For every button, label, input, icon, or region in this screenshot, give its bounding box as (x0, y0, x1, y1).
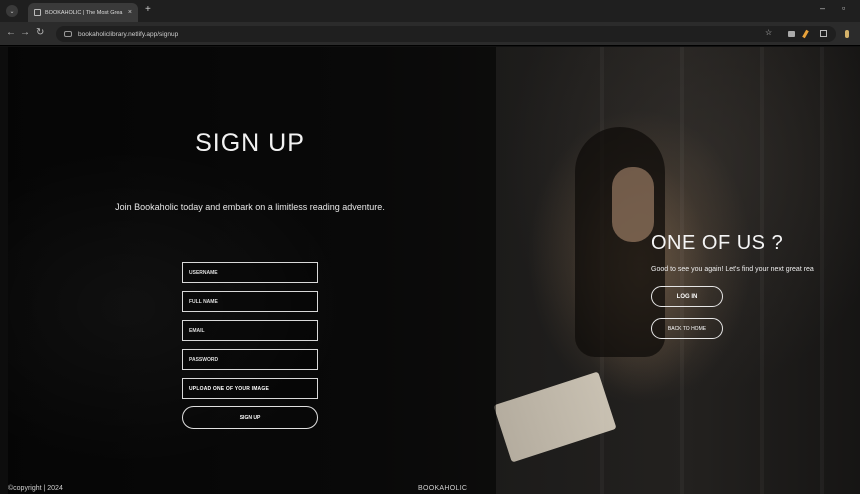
browser-tab-bar: ⌄ BOOKAHOLIC | The Most Grea × + – ▫ (0, 0, 860, 22)
site-info-icon[interactable] (64, 31, 72, 37)
login-panel-subtitle: Good to see you again! Let's find your n… (651, 266, 814, 273)
bookshelf-line (820, 47, 824, 494)
username-field[interactable] (182, 262, 318, 283)
signup-title: SIGN UP (195, 129, 305, 157)
image-upload-field[interactable]: UPLOAD ONE OF YOUR IMAGE (182, 378, 318, 399)
password-input[interactable] (189, 356, 317, 363)
signup-button[interactable]: SIGN UP (182, 406, 318, 429)
email-input[interactable] (189, 327, 317, 334)
back-to-home-button[interactable]: BACK TO HOME (651, 318, 723, 339)
maximize-icon[interactable]: ▫ (842, 3, 845, 13)
username-input[interactable] (189, 269, 317, 276)
new-tab-icon[interactable]: + (145, 4, 151, 15)
back-icon[interactable]: ← (6, 27, 16, 38)
signup-subtitle: Join Bookaholic today and embark on a li… (115, 202, 385, 212)
minimize-icon[interactable]: – (820, 3, 825, 13)
extension-icon[interactable] (788, 31, 795, 37)
address-bar[interactable]: bookaholiclibrary.netlify.app/signup (56, 26, 836, 42)
bookmark-star-icon[interactable]: ☆ (765, 28, 772, 37)
login-button[interactable]: LOG IN (651, 286, 723, 307)
favicon-icon (34, 9, 41, 16)
reload-icon[interactable]: ↻ (36, 27, 44, 38)
sidepanel-icon[interactable] (820, 30, 827, 37)
url-text: bookaholiclibrary.netlify.app/signup (78, 30, 179, 38)
copyright-text: ©copyright | 2024 (8, 485, 63, 492)
fullname-input[interactable] (189, 298, 317, 305)
tab-close-icon[interactable]: × (128, 9, 132, 16)
login-panel-title: ONE OF US ? (651, 232, 784, 254)
tab-title: BOOKAHOLIC | The Most Grea (45, 9, 123, 16)
fullname-field[interactable] (182, 291, 318, 312)
profile-icon[interactable] (845, 30, 849, 38)
email-field[interactable] (182, 320, 318, 341)
footer-brand: BOOKAHOLIC (418, 485, 468, 492)
tab-search-icon[interactable]: ⌄ (6, 5, 18, 17)
image-upload-label: UPLOAD ONE OF YOUR IMAGE (189, 385, 269, 392)
browser-toolbar: ← → ↻ bookaholiclibrary.netlify.app/sign… (0, 22, 860, 46)
reader-face (612, 167, 654, 242)
page-background: SIGN UP Join Bookaholic today and embark… (0, 47, 860, 494)
password-field[interactable] (182, 349, 318, 370)
browser-tab[interactable]: BOOKAHOLIC | The Most Grea × (28, 3, 138, 22)
forward-icon[interactable]: → (20, 27, 30, 38)
